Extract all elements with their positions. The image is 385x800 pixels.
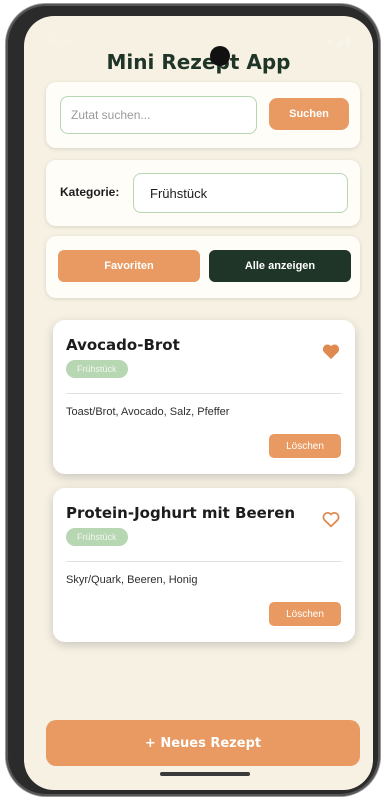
recipe-card: Avocado-Brot Frühstück Toast/Brot, Avoca… <box>53 320 355 474</box>
search-button[interactable]: Suchen <box>269 98 349 130</box>
app-title: Mini Rezept App <box>106 50 291 74</box>
status-time: 10:54 <box>46 36 72 47</box>
status-bar: 10:54 ▾◢▮ <box>24 16 373 48</box>
camera-cutout <box>210 46 230 66</box>
recipe-ingredients: Toast/Brot, Avocado, Salz, Pfeffer <box>66 406 230 418</box>
category-badge: Frühstück <box>66 528 128 546</box>
divider <box>66 561 342 562</box>
divider <box>66 393 342 394</box>
recipe-card: Protein-Joghurt mit Beeren Frühstück Sky… <box>53 488 355 642</box>
category-card: Kategorie: Frühstück <box>46 160 360 226</box>
home-indicator[interactable] <box>160 772 250 776</box>
delete-button[interactable]: Löschen <box>269 434 341 458</box>
favorites-button[interactable]: Favoriten <box>58 250 200 282</box>
new-recipe-button[interactable]: + Neues Rezept <box>46 720 360 766</box>
phone-frame: 10:54 ▾◢▮ Mini Rezept App Suchen Kategor… <box>6 4 380 796</box>
show-all-button[interactable]: Alle anzeigen <box>209 250 351 282</box>
category-label: Kategorie: <box>60 185 120 199</box>
search-input[interactable] <box>60 96 257 134</box>
category-badge: Frühstück <box>66 360 128 378</box>
search-card: Suchen <box>46 82 360 148</box>
heart-outline-icon[interactable] <box>321 510 341 528</box>
category-select[interactable]: Frühstück <box>133 173 348 213</box>
recipe-ingredients: Skyr/Quark, Beeren, Honig <box>66 574 198 586</box>
heart-filled-icon[interactable] <box>321 342 341 360</box>
recipe-name: Avocado-Brot <box>66 336 180 354</box>
recipe-name: Protein-Joghurt mit Beeren <box>66 504 296 522</box>
status-icons: ▾◢▮ <box>326 36 353 48</box>
filter-card: Favoriten Alle anzeigen <box>46 236 360 298</box>
delete-button[interactable]: Löschen <box>269 602 341 626</box>
app-screen: 10:54 ▾◢▮ Mini Rezept App Suchen Kategor… <box>24 16 373 790</box>
